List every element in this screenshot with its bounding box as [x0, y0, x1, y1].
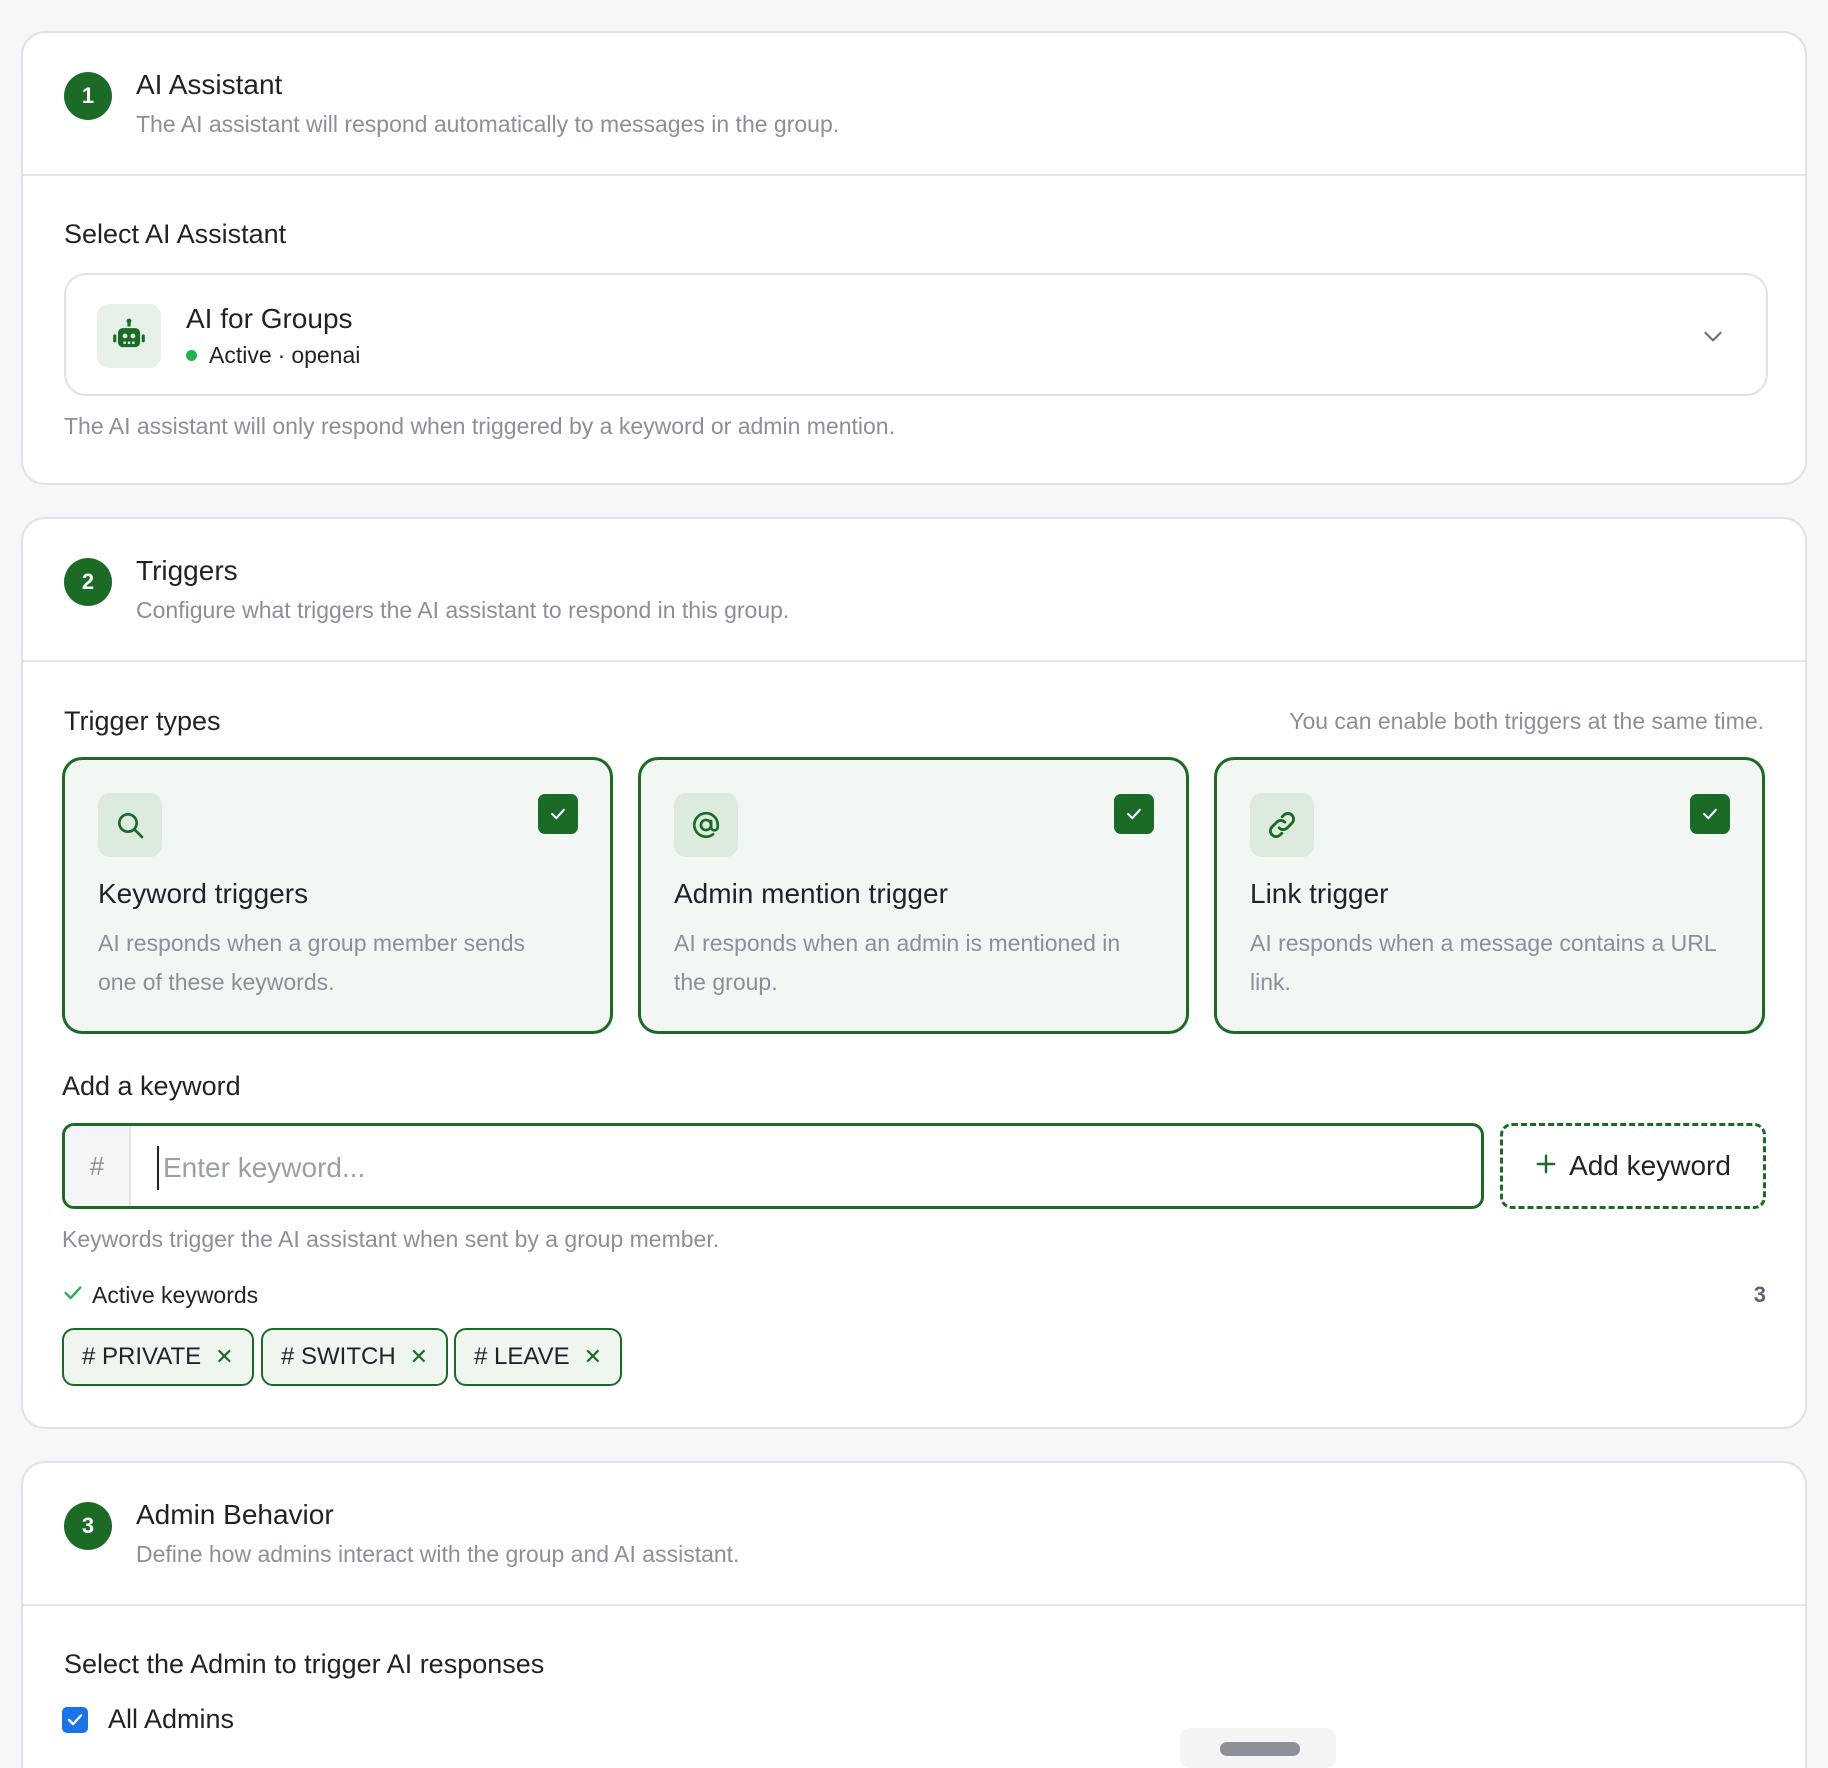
search-icon: [98, 793, 162, 857]
keyword-chip-label: # LEAVE: [474, 1343, 570, 1370]
step-badge: 3: [64, 1502, 112, 1550]
trigger-types-label: Trigger types: [64, 706, 221, 736]
section-title: AI Assistant: [136, 69, 283, 100]
chevron-down-icon[interactable]: [1700, 323, 1726, 354]
section-subtitle: Define how admins interact with the grou…: [136, 1541, 740, 1567]
keyword-chip-label: # PRIVATE: [82, 1343, 202, 1370]
keyword-input[interactable]: [157, 1146, 1457, 1190]
trigger-title: Keyword triggers: [98, 878, 309, 909]
section-title: Admin Behavior: [136, 1499, 334, 1530]
add-keyword-label: Add keyword: [1569, 1150, 1731, 1181]
active-keywords-header: Active keywords: [62, 1282, 258, 1309]
meta-separator: ·: [277, 342, 286, 368]
assistant-name: AI for Groups: [186, 303, 353, 334]
select-admin-label: Select the Admin to trigger AI responses: [64, 1649, 545, 1679]
select-assistant-label: Select AI Assistant: [64, 219, 287, 249]
trigger-desc: AI responds when an admin is mentioned i…: [674, 930, 1121, 995]
check-icon[interactable]: [1114, 794, 1154, 834]
keyword-chip: # LEAVE ✕: [454, 1328, 623, 1386]
admin-behavior-card: 3 Admin Behavior Define how admins inter…: [21, 1461, 1807, 1768]
check-icon: [62, 1282, 84, 1309]
step-badge: 2: [64, 558, 112, 606]
link-trigger-card[interactable]: Link trigger AI responds when a message …: [1214, 757, 1765, 1034]
active-keywords-count: 3: [1753, 1282, 1766, 1307]
add-keyword-label: Add a keyword: [62, 1071, 241, 1101]
active-keywords-label: Active keywords: [92, 1282, 259, 1308]
robot-icon: [97, 304, 161, 368]
keyword-chip: # SWITCH ✕: [261, 1328, 449, 1386]
add-keyword-button[interactable]: Add keyword: [1500, 1123, 1766, 1209]
section-title: Triggers: [136, 555, 238, 586]
keyword-chip: # PRIVATE ✕: [62, 1328, 254, 1386]
trigger-desc: AI responds when a message contains a UR…: [1250, 930, 1716, 995]
keyword-input-group: #: [62, 1123, 1484, 1209]
assistant-hint: The AI assistant will only respond when …: [64, 413, 895, 439]
admin-mention-trigger-card[interactable]: Admin mention trigger AI responds when a…: [638, 757, 1189, 1034]
step-badge: 1: [64, 72, 112, 120]
ai-assistant-card: 1 AI Assistant The AI assistant will res…: [21, 31, 1807, 485]
plus-icon: [1535, 1150, 1557, 1182]
page: 1 AI Assistant The AI assistant will res…: [0, 0, 1828, 1768]
all-admins-checkbox[interactable]: [62, 1707, 88, 1733]
keyword-trigger-card[interactable]: Keyword triggers AI responds when a grou…: [62, 757, 613, 1034]
trigger-title: Admin mention trigger: [674, 878, 948, 909]
check-icon[interactable]: [538, 794, 578, 834]
check-icon[interactable]: [1690, 794, 1730, 834]
trigger-types-hint: You can enable both triggers at the same…: [1289, 708, 1764, 734]
link-icon: [1250, 793, 1314, 857]
assistant-select[interactable]: AI for Groups Active · openai: [64, 273, 1768, 396]
drag-handle[interactable]: [1220, 1742, 1300, 1756]
triggers-header: 2 Triggers Configure what triggers the A…: [23, 519, 1805, 662]
assistant-meta: Active · openai: [186, 342, 360, 369]
status-dot-icon: [186, 350, 197, 361]
ai-assistant-header: 1 AI Assistant The AI assistant will res…: [23, 33, 1805, 176]
assistant-provider: openai: [291, 342, 361, 368]
section-subtitle: The AI assistant will respond automatica…: [136, 111, 840, 137]
admin-behavior-header: 3 Admin Behavior Define how admins inter…: [23, 1463, 1805, 1606]
assistant-status: Active: [209, 342, 272, 368]
close-icon[interactable]: ✕: [410, 1344, 428, 1370]
trigger-title: Link trigger: [1250, 878, 1389, 909]
hash-prefix: #: [65, 1126, 131, 1206]
keyword-hint: Keywords trigger the AI assistant when s…: [62, 1226, 720, 1252]
trigger-desc: AI responds when a group member sends on…: [98, 930, 526, 995]
close-icon[interactable]: ✕: [584, 1344, 602, 1370]
at-icon: [674, 793, 738, 857]
all-admins-label: All Admins: [108, 1704, 235, 1734]
section-subtitle: Configure what triggers the AI assistant…: [136, 597, 790, 623]
keyword-chip-label: # SWITCH: [281, 1343, 396, 1370]
close-icon[interactable]: ✕: [215, 1344, 233, 1370]
